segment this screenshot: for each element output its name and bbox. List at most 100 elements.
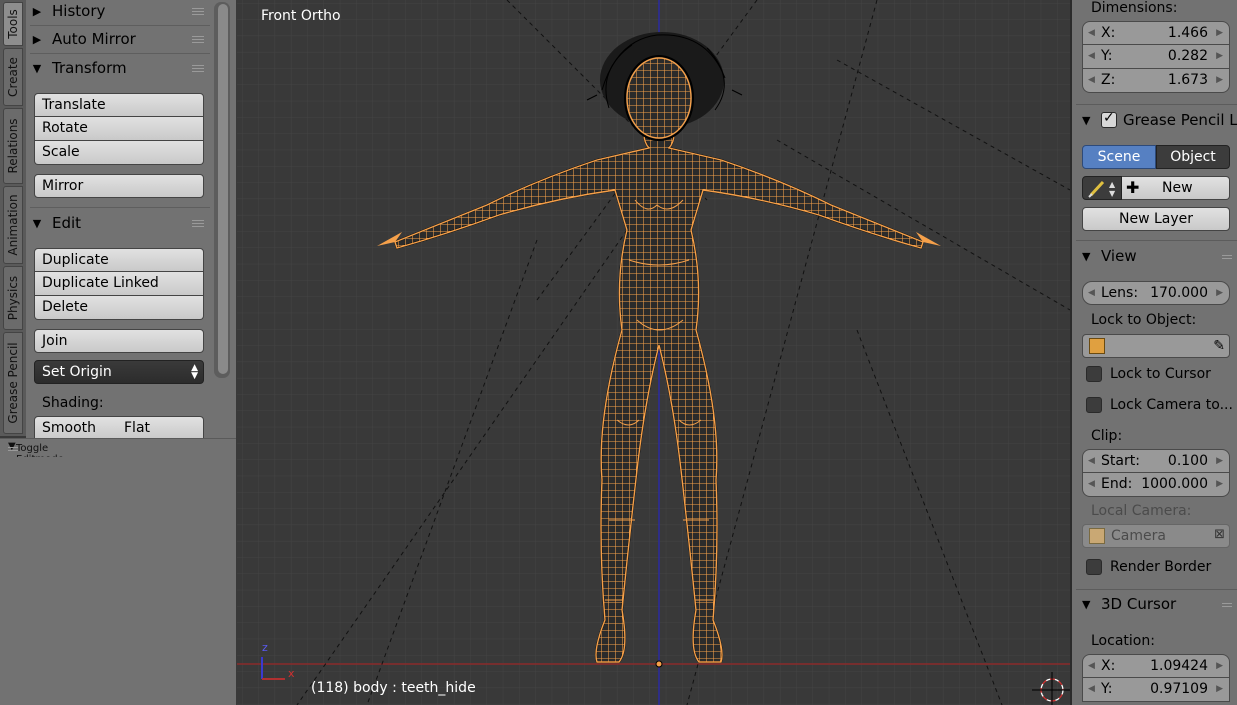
edit-title: Edit — [52, 214, 82, 232]
decrement-arrow-icon[interactable]: ◀ — [1088, 282, 1095, 304]
local-camera-field[interactable]: Camera ⊠ — [1082, 524, 1230, 548]
lock-camera-checkbox[interactable] — [1086, 397, 1102, 413]
rotate-button[interactable]: Rotate — [34, 117, 204, 141]
transform-panel-header[interactable]: ▼ Transform — [30, 54, 210, 82]
plus-icon: ✚ — [1126, 178, 1140, 197]
scene-toggle[interactable]: Scene — [1082, 145, 1156, 169]
increment-arrow-icon[interactable]: ▶ — [1216, 655, 1223, 677]
decrement-arrow-icon[interactable]: ◀ — [1088, 678, 1095, 700]
3d-viewport[interactable]: z x Front Ortho (118) body : teeth_hide — [237, 0, 1070, 705]
view-panel-header[interactable]: ▼ View — [1082, 242, 1234, 270]
dimension-x-label: X: — [1101, 25, 1116, 41]
grip-icon[interactable] — [1222, 601, 1232, 607]
object-origin-dot[interactable] — [655, 660, 663, 668]
lock-to-cursor-checkbox[interactable] — [1086, 366, 1102, 382]
increment-arrow-icon[interactable]: ▶ — [1216, 282, 1223, 304]
delete-button[interactable]: Delete — [34, 296, 204, 320]
grip-icon[interactable] — [192, 35, 204, 43]
tab-grease-pencil[interactable]: Grease Pencil — [3, 332, 23, 434]
increment-arrow-icon[interactable]: ▶ — [1216, 678, 1223, 700]
cube-icon — [1089, 528, 1105, 544]
clip-start-field[interactable]: ◀ Start: 0.100 ▶ — [1082, 449, 1230, 473]
clip-start-label: Start: — [1101, 453, 1140, 469]
tab-animation[interactable]: Animation — [3, 186, 23, 264]
tab-animation-label: Animation — [6, 194, 20, 256]
new-layer-button[interactable]: New Layer — [1082, 207, 1230, 231]
cursor-x-field[interactable]: ◀ X: 1.09424 ▶ — [1082, 654, 1230, 678]
collapse-triangle-icon: ▼ — [32, 216, 42, 230]
join-button[interactable]: Join — [34, 329, 204, 353]
scale-button[interactable]: Scale — [34, 141, 204, 165]
increment-arrow-icon[interactable]: ▶ — [1216, 450, 1223, 472]
dimensions-label: Dimensions: — [1091, 0, 1178, 16]
render-border-checkbox[interactable] — [1086, 559, 1102, 575]
smooth-button[interactable]: Smooth — [34, 416, 118, 440]
mirror-button[interactable]: Mirror — [34, 174, 204, 198]
increment-arrow-icon[interactable]: ▶ — [1216, 45, 1223, 67]
dimension-z-value: 1.673 — [1167, 72, 1208, 88]
divider — [1076, 104, 1237, 105]
lens-label: Lens: — [1101, 285, 1139, 301]
dimension-z-field[interactable]: ◀ Z: 1.673 ▶ — [1082, 69, 1230, 93]
flat-button[interactable]: Flat — [117, 416, 204, 440]
local-camera-value: Camera — [1111, 528, 1166, 544]
set-origin-dropdown[interactable]: Set Origin ▲ ▼ — [34, 360, 204, 384]
duplicate-button[interactable]: Duplicate — [34, 248, 204, 272]
decrement-arrow-icon[interactable]: ◀ — [1088, 450, 1095, 472]
pencil-data-browse[interactable]: ▲ ▼ — [1082, 176, 1122, 200]
render-border-label: Render Border — [1110, 559, 1212, 575]
tab-create[interactable]: Create — [3, 48, 23, 106]
increment-arrow-icon[interactable]: ▶ — [1216, 22, 1223, 44]
decrement-arrow-icon[interactable]: ◀ — [1088, 45, 1095, 67]
3d-cursor-title: 3D Cursor — [1101, 595, 1177, 613]
grip-icon[interactable] — [192, 219, 204, 227]
tool-shelf-scroll-thumb[interactable] — [218, 4, 228, 374]
lock-object-field[interactable]: ✎ — [1082, 334, 1230, 358]
decrement-arrow-icon[interactable]: ◀ — [1088, 22, 1095, 44]
operator-panel-header[interactable]: ▼ Toggle Editmode — [0, 438, 236, 465]
grip-icon[interactable] — [192, 7, 204, 15]
set-origin-label: Set Origin — [42, 364, 112, 380]
auto-mirror-panel-header[interactable]: ▶ Auto Mirror — [30, 25, 210, 53]
edit-panel-header[interactable]: ▼ Edit — [30, 209, 210, 237]
tab-tools[interactable]: Tools — [3, 2, 23, 46]
clip-end-field[interactable]: ◀ End: 1000.000 ▶ — [1082, 473, 1230, 497]
tab-relations[interactable]: Relations — [3, 108, 23, 184]
lock-camera-label: Lock Camera to... — [1110, 397, 1233, 413]
grip-icon[interactable] — [8, 445, 18, 451]
properties-panel: Dimensions: ◀ X: 1.466 ▶ ◀ Y: 0.282 ▶ ◀ … — [1070, 0, 1237, 705]
tab-tools-label: Tools — [6, 9, 20, 39]
new-grease-pencil-button[interactable]: ✚ New — [1122, 176, 1230, 200]
clear-icon[interactable]: ⊠ — [1214, 524, 1225, 546]
decrement-arrow-icon[interactable]: ◀ — [1088, 655, 1095, 677]
grip-icon[interactable] — [1222, 253, 1232, 259]
eyedropper-icon[interactable]: ✎ — [1213, 335, 1225, 357]
pencil-icon: ▲ ▼ — [1088, 180, 1116, 198]
decrement-arrow-icon[interactable]: ◀ — [1088, 473, 1095, 495]
lens-field[interactable]: ◀ Lens: 170.000 ▶ — [1082, 281, 1230, 305]
increment-arrow-icon[interactable]: ▶ — [1216, 69, 1223, 91]
transform-title: Transform — [52, 59, 127, 77]
lock-to-object-label: Lock to Object: — [1091, 312, 1197, 328]
dimension-y-field[interactable]: ◀ Y: 0.282 ▶ — [1082, 45, 1230, 69]
collapse-triangle-icon: ▼ — [32, 61, 42, 75]
decrement-arrow-icon[interactable]: ◀ — [1088, 69, 1095, 91]
grease-pencil-enable-checkbox[interactable] — [1101, 110, 1117, 128]
collapse-triangle-icon: ▼ — [1082, 249, 1091, 263]
grease-pencil-panel-header[interactable]: ▼ Grease Pencil L — [1082, 106, 1237, 134]
dimension-x-field[interactable]: ◀ X: 1.466 ▶ — [1082, 21, 1230, 45]
grip-icon[interactable] — [192, 64, 204, 72]
cursor-y-value: 0.97109 — [1150, 681, 1208, 697]
increment-arrow-icon[interactable]: ▶ — [1216, 473, 1223, 495]
translate-button[interactable]: Translate — [34, 93, 204, 117]
3d-cursor-panel-header[interactable]: ▼ 3D Cursor — [1082, 590, 1234, 618]
object-toggle[interactable]: Object — [1156, 145, 1230, 169]
duplicate-linked-button[interactable]: Duplicate Linked — [34, 272, 204, 296]
svg-text:▲: ▲ — [1109, 180, 1116, 189]
svg-text:▼: ▼ — [1109, 189, 1116, 198]
cursor-y-field[interactable]: ◀ Y: 0.97109 ▶ — [1082, 678, 1230, 702]
clip-end-value: 1000.000 — [1141, 476, 1208, 492]
divider — [30, 207, 210, 208]
history-panel-header[interactable]: ▶ History — [30, 0, 210, 25]
tab-physics[interactable]: Physics — [3, 266, 23, 330]
